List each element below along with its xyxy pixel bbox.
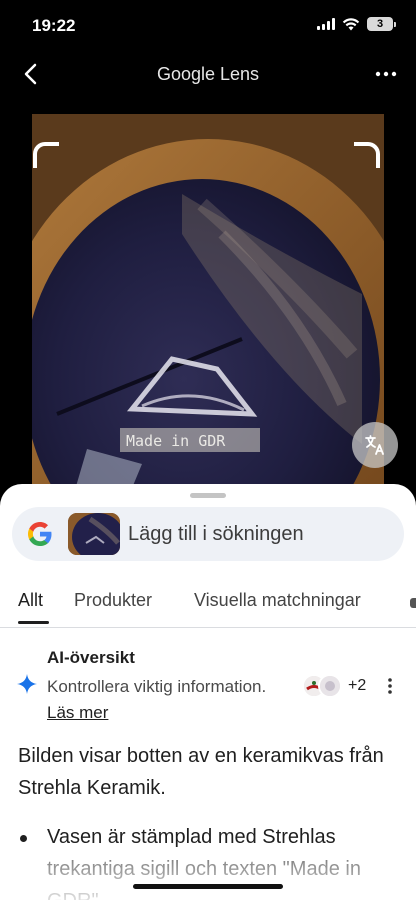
tab-visual-matches[interactable]: Visuella matchningar bbox=[194, 590, 361, 611]
more-horizontal-icon bbox=[375, 71, 397, 77]
more-vertical-icon bbox=[388, 678, 392, 694]
status-bar: 19:22 3 bbox=[0, 0, 416, 50]
ai-summary-text: Bilden visar botten av en keramikvas frå… bbox=[18, 745, 384, 799]
ai-notice-text: Kontrollera viktig information. bbox=[47, 677, 267, 696]
vase-bottom-image: Made in GDR bbox=[32, 114, 384, 500]
ai-overview-menu-button[interactable] bbox=[380, 674, 400, 698]
top-bar: Google Lens bbox=[0, 50, 416, 100]
add-to-search-bar[interactable]: Lägg till i sökningen bbox=[12, 507, 404, 561]
home-indicator[interactable] bbox=[133, 884, 283, 889]
translate-button[interactable] bbox=[352, 422, 398, 468]
search-thumbnail bbox=[68, 513, 120, 555]
read-more-link[interactable]: Läs mer bbox=[47, 703, 108, 722]
content-fade bbox=[0, 849, 416, 900]
translate-icon bbox=[365, 435, 384, 455]
signal-icon bbox=[317, 18, 335, 30]
tab-overflow-indicator bbox=[410, 598, 416, 608]
app-title: Google Lens bbox=[156, 64, 260, 84]
crop-corner-top-right[interactable] bbox=[354, 142, 380, 168]
battery-level: 3 bbox=[367, 17, 393, 31]
tab-all[interactable]: Allt bbox=[18, 590, 43, 611]
more-options-button[interactable] bbox=[374, 62, 398, 86]
add-to-search-label: Lägg till i sökningen bbox=[128, 523, 304, 545]
stamp-text: Made in GDR bbox=[126, 432, 226, 450]
battery-icon: 3 bbox=[367, 17, 396, 31]
captured-photo[interactable]: Made in GDR bbox=[32, 114, 384, 500]
google-logo-icon bbox=[28, 522, 52, 546]
source-avatars[interactable]: +2 bbox=[302, 674, 366, 698]
status-icons: 3 bbox=[317, 17, 396, 31]
ai-overview-heading: AI-översikt bbox=[47, 648, 135, 667]
crop-corner-top-left[interactable] bbox=[33, 142, 59, 168]
sparkle-icon bbox=[17, 674, 37, 694]
source-favicon bbox=[318, 674, 342, 698]
drag-handle[interactable] bbox=[190, 493, 226, 498]
bullet-marker bbox=[20, 835, 27, 842]
more-sources-count: +2 bbox=[348, 677, 367, 694]
status-time: 19:22 bbox=[32, 16, 76, 35]
tab-all-indicator bbox=[18, 621, 49, 624]
ai-overview-notice: Kontrollera viktig information. Läs mer bbox=[47, 674, 287, 726]
tab-products[interactable]: Produkter bbox=[74, 590, 152, 611]
results-sheet: Lägg till i sökningen Allt Produkter Vis… bbox=[0, 484, 416, 900]
result-tabs: Allt Produkter Visuella matchningar bbox=[0, 576, 416, 628]
wifi-icon bbox=[342, 17, 360, 30]
